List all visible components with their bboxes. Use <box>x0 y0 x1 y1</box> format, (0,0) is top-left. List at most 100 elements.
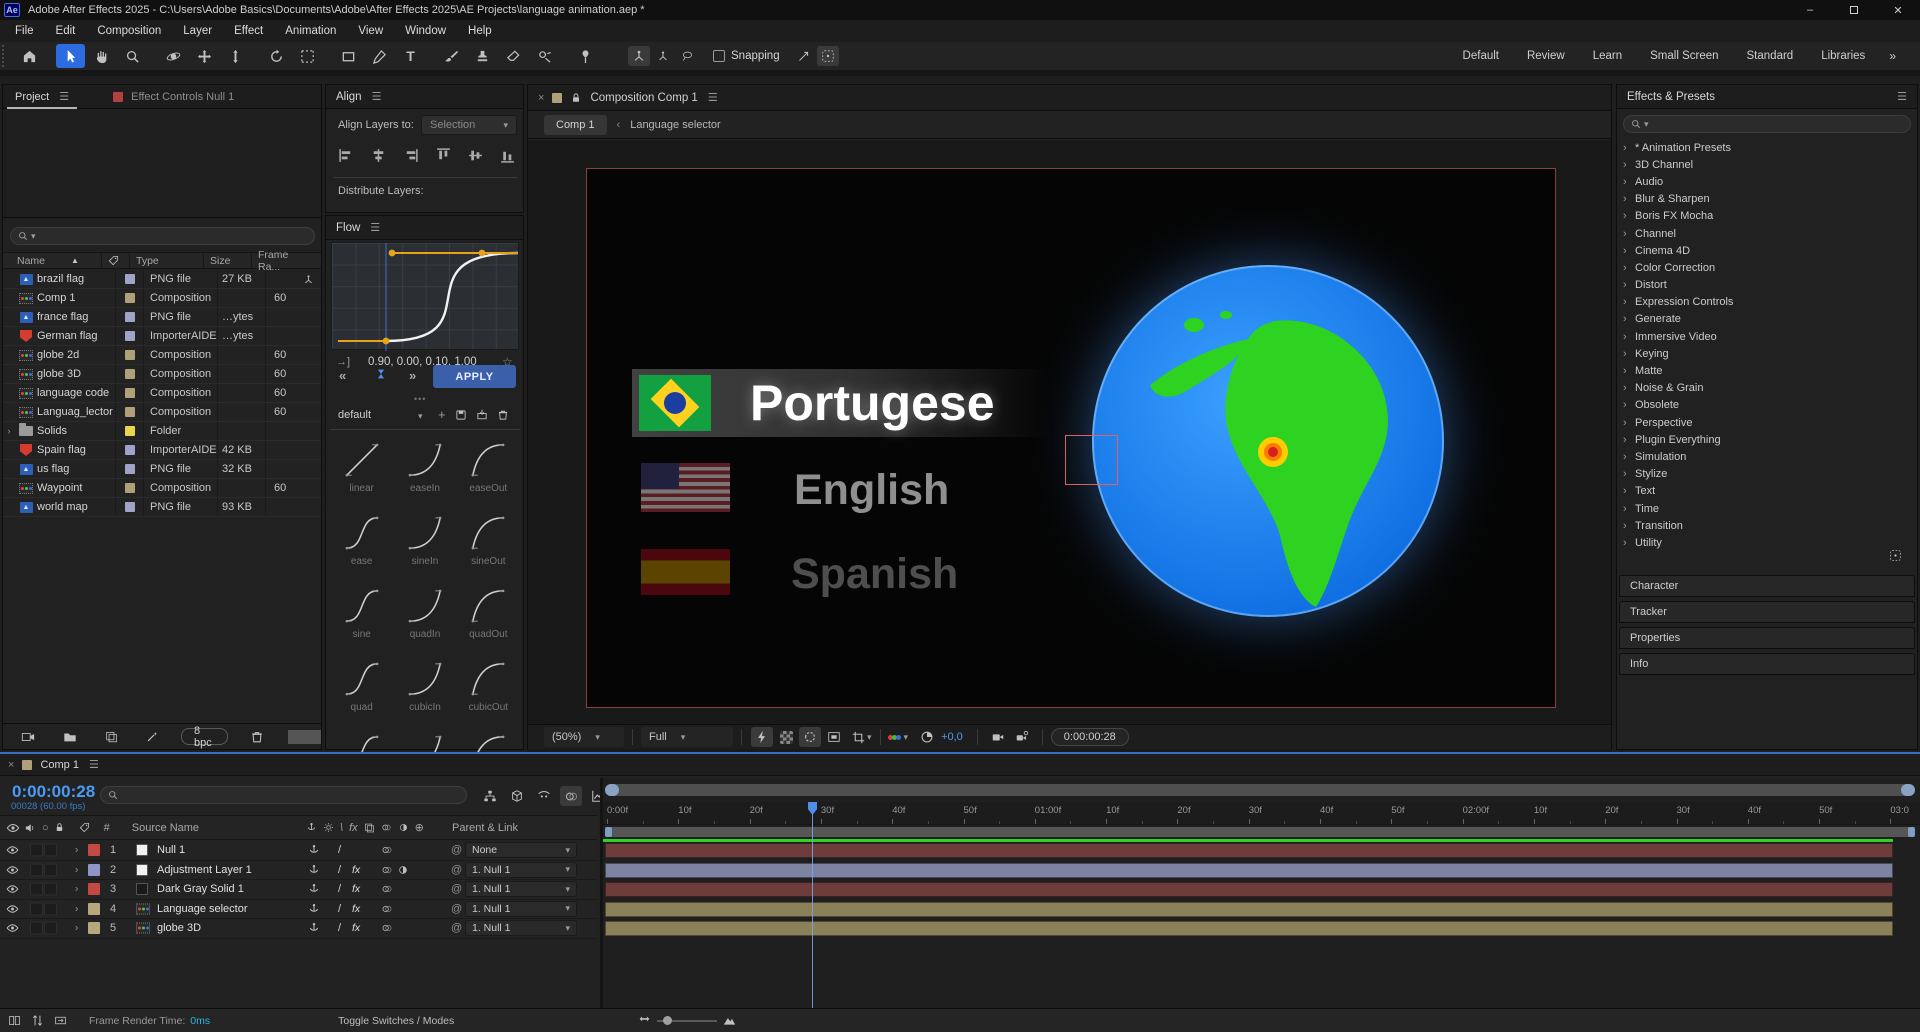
chevron-right-icon[interactable]: › <box>1623 176 1635 188</box>
brush-tool[interactable] <box>437 44 466 68</box>
time-navigator[interactable] <box>605 784 1915 796</box>
project-item-globe-2d[interactable]: globe 2dComposition60 <box>3 346 321 365</box>
fx-switch-icon[interactable]: fx <box>352 903 360 915</box>
minimize-button[interactable]: – <box>1788 0 1832 20</box>
workspace-standard[interactable]: Standard <box>1733 44 1808 68</box>
navigator-start-handle[interactable] <box>605 784 619 796</box>
label-color-swatch[interactable] <box>125 293 135 303</box>
draft-3d-icon[interactable] <box>506 786 528 806</box>
chevron-right-icon[interactable]: › <box>1623 434 1635 446</box>
pickwhip-icon[interactable]: @ <box>451 922 462 934</box>
transparency-grid-icon[interactable] <box>775 727 797 747</box>
roto-brush-tool[interactable] <box>530 44 559 68</box>
eye-icon[interactable] <box>6 902 19 915</box>
fx-category--animation-presets[interactable]: ›* Animation Presets <box>1617 139 1917 156</box>
quality-switch-icon[interactable]: / <box>338 883 341 895</box>
chevron-right-icon[interactable]: › <box>1623 520 1635 532</box>
menu-window[interactable]: Window <box>394 20 457 42</box>
workspace-overflow-icon[interactable]: » <box>1879 49 1906 63</box>
panel-tracker[interactable]: Tracker <box>1619 601 1915 623</box>
viewer-timecode[interactable]: 0:00:00:28 <box>1051 728 1129 746</box>
viewer-tab-close-icon[interactable]: × <box>538 92 544 104</box>
fx-category-time[interactable]: ›Time <box>1617 500 1917 517</box>
zoom-tool[interactable] <box>118 44 147 68</box>
close-button[interactable]: ✕ <box>1876 0 1920 20</box>
home-tool[interactable] <box>15 44 44 68</box>
breadcrumb-comp-pill[interactable]: Comp 1 <box>544 115 607 135</box>
blur-icon[interactable] <box>381 903 393 915</box>
fx-category-boris-fx-mocha[interactable]: ›Boris FX Mocha <box>1617 208 1917 225</box>
load-preset-icon[interactable] <box>476 407 488 422</box>
expander-icon[interactable]: › <box>75 864 78 875</box>
duration-bar-globe-3d[interactable] <box>605 921 1893 936</box>
chevron-right-icon[interactable]: › <box>1623 503 1635 515</box>
layer-name[interactable]: Null 1 <box>157 844 185 856</box>
menu-layer[interactable]: Layer <box>172 20 223 42</box>
lasso-icon[interactable] <box>676 46 698 66</box>
label-color-swatch[interactable] <box>125 350 135 360</box>
effects-menu-icon[interactable]: ☰ <box>1897 90 1907 103</box>
rectangle-tool[interactable] <box>334 44 363 68</box>
work-area-end[interactable] <box>1908 827 1915 837</box>
flow-dots-handle[interactable]: ••• <box>414 394 426 404</box>
time-ruler[interactable]: 0:00f10f20f30f40f50f01:00f10f20f30f40f50… <box>603 802 1920 825</box>
switch-fx-icon[interactable]: fx <box>349 822 358 834</box>
project-item-spain-flag[interactable]: Spain flagImporterAIDE42 KB <box>3 441 321 460</box>
chevron-right-icon[interactable]: › <box>1623 485 1635 497</box>
resolution-dropdown[interactable]: Full▾ <box>641 727 733 747</box>
viewer-menu-icon[interactable]: ☰ <box>708 91 718 104</box>
fx-category-3d-channel[interactable]: ›3D Channel <box>1617 156 1917 173</box>
new-folder-icon[interactable] <box>56 730 84 744</box>
snap-region-icon[interactable] <box>817 46 839 66</box>
fx-category-cinema-4d[interactable]: ›Cinema 4D <box>1617 242 1917 259</box>
fx-category-plugin-everything[interactable]: ›Plugin Everything <box>1617 431 1917 448</box>
project-item-globe-3d[interactable]: globe 3DComposition60 <box>3 365 321 384</box>
chevron-right-icon[interactable]: › <box>1623 331 1635 343</box>
menu-animation[interactable]: Animation <box>274 20 347 42</box>
column-label[interactable] <box>101 253 129 268</box>
timeline-tab-close-icon[interactable]: × <box>8 759 14 771</box>
expand-switches-icon[interactable] <box>8 1014 21 1027</box>
align-v-center-button[interactable] <box>467 147 484 167</box>
frames-icon[interactable] <box>364 822 375 833</box>
workspace-libraries[interactable]: Libraries <box>1807 44 1879 68</box>
eye-icon[interactable] <box>6 883 19 896</box>
chevron-right-icon[interactable]: › <box>1623 279 1635 291</box>
halfmoon-icon[interactable] <box>398 822 409 833</box>
lock-icon[interactable] <box>570 92 582 104</box>
language-option-portugese[interactable]: Portugese <box>750 374 995 432</box>
workspace-learn[interactable]: Learn <box>1579 44 1636 68</box>
menu-edit[interactable]: Edit <box>45 20 87 42</box>
fx-category-keying[interactable]: ›Keying <box>1617 345 1917 362</box>
blur-icon[interactable] <box>381 864 393 876</box>
anchor-icon[interactable] <box>308 883 320 895</box>
project-item-us-flag[interactable]: ▲us flagPNG file32 KB <box>3 460 321 479</box>
preset-sine[interactable]: sine <box>330 584 393 640</box>
layer-row-dark-gray-solid-1[interactable]: ›3Dark Gray Solid 1/fx@1. Null 1▾ <box>0 880 597 900</box>
motion-blur-icon[interactable] <box>560 786 582 806</box>
layer-row-language-selector[interactable]: ›4Language selector/fx@1. Null 1▾ <box>0 900 597 920</box>
pickwhip-icon[interactable]: @ <box>451 903 462 915</box>
label-color-swatch[interactable] <box>125 464 135 474</box>
chevron-right-icon[interactable]: › <box>1623 313 1635 325</box>
pan-camera-tool[interactable] <box>190 44 219 68</box>
fx-category-noise-grain[interactable]: ›Noise & Grain <box>1617 380 1917 397</box>
align-top-button[interactable] <box>435 147 452 167</box>
switch-box[interactable] <box>30 902 43 915</box>
fx-category-distort[interactable]: ›Distort <box>1617 277 1917 294</box>
anchor-icon[interactable] <box>308 903 320 915</box>
zoom-fit-icon[interactable] <box>638 1014 651 1027</box>
cursor-tool[interactable] <box>56 44 85 68</box>
label-color-swatch[interactable] <box>125 312 135 322</box>
project-flowchart-button[interactable] <box>288 730 321 744</box>
zoom-slider-knob[interactable] <box>663 1016 672 1025</box>
chevron-right-icon[interactable]: › <box>1623 210 1635 222</box>
preset-cubicOut[interactable]: cubicOut <box>457 657 520 713</box>
chevron-right-icon[interactable]: › <box>1623 399 1635 411</box>
align-left-button[interactable] <box>338 147 355 167</box>
layer-color-swatch[interactable] <box>88 883 100 895</box>
pickwhip-icon[interactable]: @ <box>451 883 462 895</box>
chevron-right-icon[interactable]: › <box>1623 537 1635 549</box>
layer-row-null-1[interactable]: ›1Null 1/@None▾ <box>0 841 597 861</box>
align-right-button[interactable] <box>402 147 419 167</box>
